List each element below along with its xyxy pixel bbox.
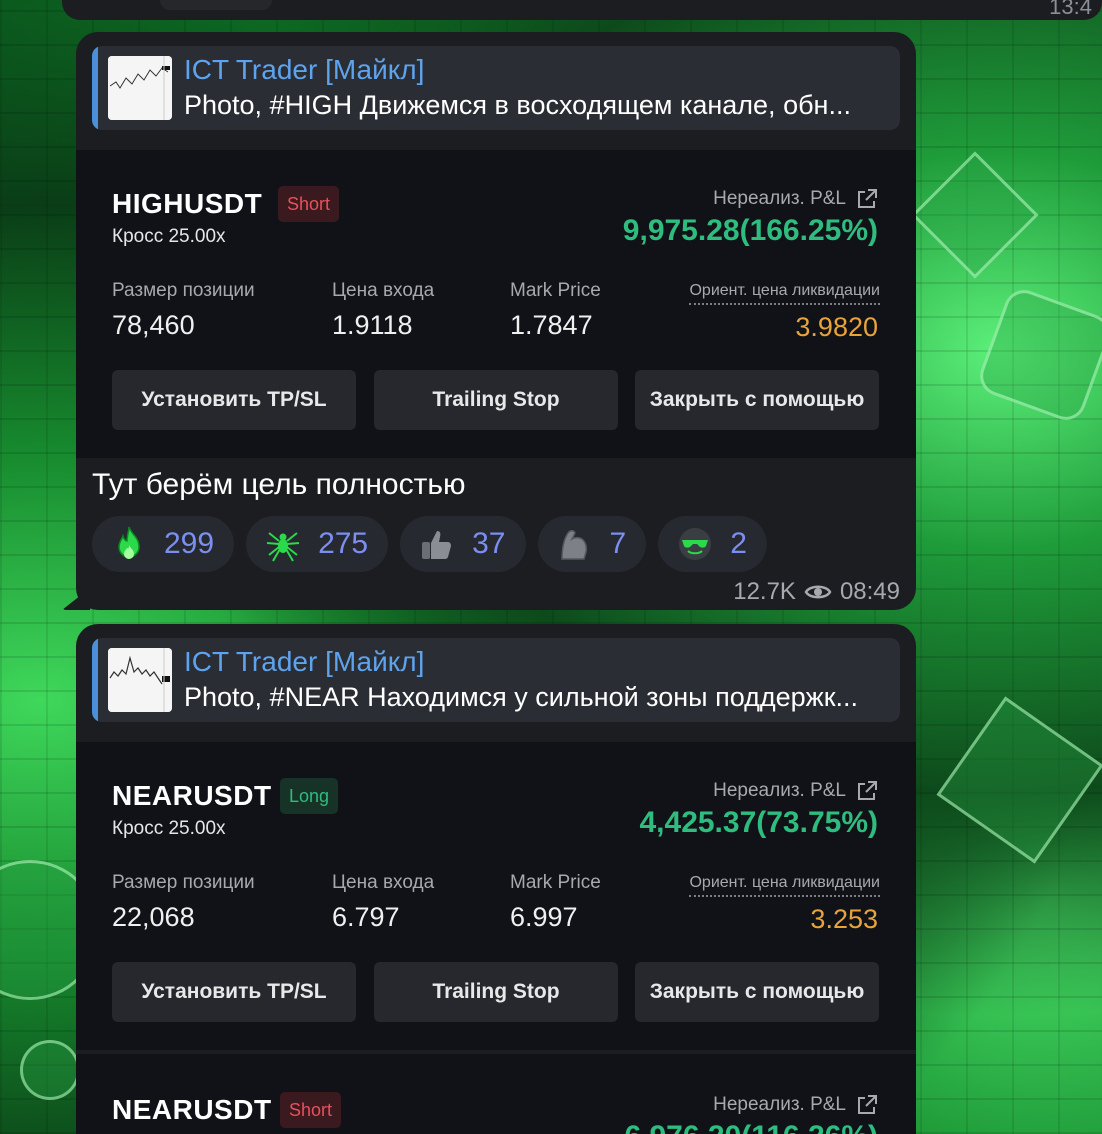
position-side-badge: Short <box>278 186 340 222</box>
reply-preview[interactable]: ICT Trader [Майкл] Photo, #HIGH Движемся… <box>92 46 900 130</box>
position-margin-mode: Кросс 25.00x <box>112 818 226 839</box>
mark-price-label: Mark Price <box>510 872 601 893</box>
views-count: 12.7K <box>733 578 796 605</box>
previous-message-bubble[interactable]: 13:4 <box>62 0 1102 20</box>
cool-face-icon <box>679 528 712 560</box>
reaction-count: 275 <box>318 527 369 560</box>
reply-text: Photo, #HIGH Движемся в восходящем канал… <box>184 90 851 120</box>
entry-price-value: 1.9118 <box>332 310 413 340</box>
liquidation-price-value: 3.253 <box>810 904 878 934</box>
mark-price-value: 6.997 <box>510 902 578 932</box>
reaction-fire[interactable]: 299 <box>92 516 235 572</box>
unrealized-pnl-label-text: Нереализ. P&L <box>713 188 846 209</box>
position-card: HIGHUSDT Short Кросс 25.00x Нереализ. P&… <box>76 150 916 458</box>
position-symbol: HIGHUSDT <box>112 188 263 219</box>
position-card: NEARUSDT Short Нереализ. P&L 6,976.20(11… <box>76 1054 916 1134</box>
unrealized-pnl-label: Нереализ. P&L <box>713 188 878 210</box>
unrealized-pnl-value: 9,975.28(166.25%) <box>622 214 878 247</box>
position-side-badge: Short <box>280 1092 342 1128</box>
reaction-count: 7 <box>609 527 627 560</box>
message-bubble[interactable]: ICT Trader [Майкл] Photo, #HIGH Движемся… <box>76 32 916 610</box>
position-size-value: 22,068 <box>112 902 195 932</box>
position-size-label: Размер позиции <box>112 872 255 893</box>
liquidation-price-value: 3.9820 <box>795 312 878 342</box>
position-margin-mode: Кросс 25.00x <box>112 226 226 247</box>
set-tp-sl-button[interactable]: Установить TP/SL <box>112 962 356 1022</box>
position-size-value: 78,460 <box>112 310 195 340</box>
reply-accent-bar <box>92 638 98 722</box>
liquidation-price-label[interactable]: Ориент. цена ликвидации <box>689 874 880 897</box>
spider-icon <box>266 532 300 562</box>
entry-price-value: 6.797 <box>332 902 400 932</box>
reply-photo-thumbnail <box>108 56 172 120</box>
position-card: NEARUSDT Long Кросс 25.00x Нереализ. P&L… <box>76 742 916 1050</box>
message-time: 08:49 <box>839 578 900 605</box>
mark-price-value: 1.7847 <box>510 310 593 340</box>
unrealized-pnl-value: 6,976.20(116.26%) <box>624 1120 878 1134</box>
eye-icon <box>804 585 832 599</box>
reply-author: ICT Trader [Майкл] <box>184 54 425 85</box>
reaction-flexed-biceps[interactable]: 7 <box>537 516 647 572</box>
unrealized-pnl-label-text: Нереализ. P&L <box>713 1094 846 1115</box>
external-link-icon[interactable] <box>856 1094 878 1116</box>
flexed-biceps-icon <box>560 530 587 560</box>
reply-photo-thumbnail <box>108 648 172 712</box>
position-size-label: Размер позиции <box>112 280 255 301</box>
reaction-count: 2 <box>730 527 747 560</box>
trailing-stop-button[interactable]: Trailing Stop <box>374 962 618 1022</box>
position-symbol: NEARUSDT <box>112 1094 272 1125</box>
external-link-icon[interactable] <box>856 780 878 802</box>
position-symbol: NEARUSDT <box>112 780 272 811</box>
reply-text: Photo, #NEAR Находимся у сильной зоны по… <box>184 682 859 712</box>
position-side-badge: Long <box>280 778 339 814</box>
mark-price-label: Mark Price <box>510 280 601 301</box>
reaction-count: 299 <box>164 527 215 560</box>
reply-accent-bar <box>92 46 98 130</box>
previous-reaction-pill[interactable] <box>160 0 272 10</box>
thumbs-up-icon <box>422 531 452 559</box>
reply-author: ICT Trader [Майкл] <box>184 646 425 677</box>
previous-message-time: 13:4 <box>1049 0 1092 19</box>
fire-icon <box>118 526 140 559</box>
message-bubble[interactable]: ICT Trader [Майкл] Photo, #NEAR Находимс… <box>76 624 916 1134</box>
close-with-button[interactable]: Закрыть с помощью <box>635 962 879 1022</box>
reactions-bar: 299 275 37 7 2 <box>92 516 767 572</box>
reply-preview[interactable]: ICT Trader [Майкл] Photo, #NEAR Находимс… <box>92 638 900 722</box>
liquidation-price-label[interactable]: Ориент. цена ликвидации <box>689 282 880 305</box>
reaction-thumbs-up[interactable]: 37 <box>400 516 526 572</box>
unrealized-pnl-label-text: Нереализ. P&L <box>713 780 846 801</box>
unrealized-pnl-value: 4,425.37(73.75%) <box>639 806 878 839</box>
reaction-cool-face[interactable]: 2 <box>658 516 767 572</box>
reaction-spider[interactable]: 275 <box>246 516 389 572</box>
external-link-icon[interactable] <box>856 188 878 210</box>
message-meta: 12.7K 08:49 <box>733 578 900 606</box>
set-tp-sl-button[interactable]: Установить TP/SL <box>112 370 356 430</box>
message-caption: Тут берём цель полностью <box>92 468 466 501</box>
entry-price-label: Цена входа <box>332 280 435 301</box>
unrealized-pnl-label: Нереализ. P&L <box>713 780 878 802</box>
close-with-button[interactable]: Закрыть с помощью <box>635 370 879 430</box>
reaction-count: 37 <box>472 527 506 560</box>
trailing-stop-button[interactable]: Trailing Stop <box>374 370 618 430</box>
entry-price-label: Цена входа <box>332 872 435 893</box>
unrealized-pnl-label: Нереализ. P&L <box>713 1094 878 1116</box>
